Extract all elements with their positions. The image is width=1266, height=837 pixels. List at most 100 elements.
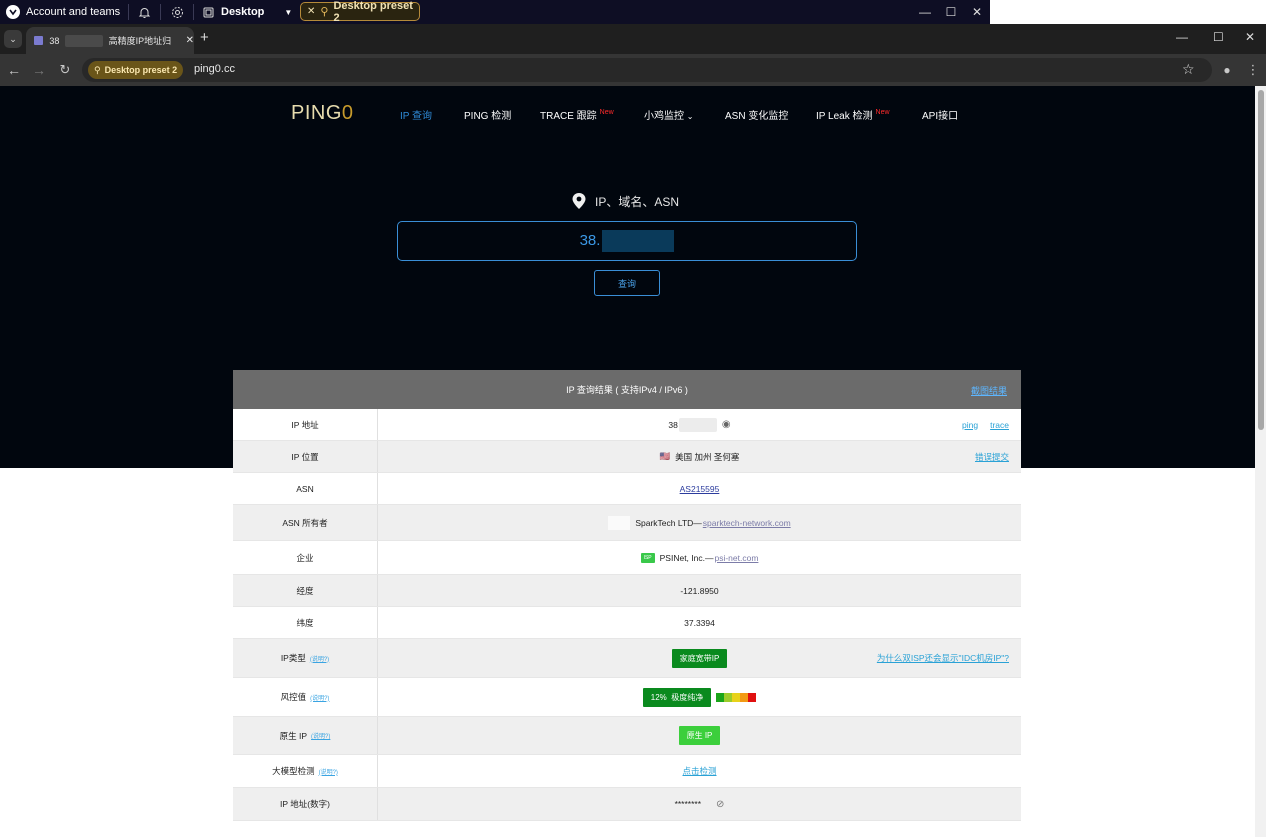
gear-icon[interactable] xyxy=(171,0,184,24)
row-label: 大模型检测 xyxy=(272,766,315,776)
row-label: ASN xyxy=(233,473,378,504)
tab-ping0[interactable]: 38 高精度IP地址归 ✕ xyxy=(26,27,194,54)
forward-icon[interactable]: → xyxy=(26,54,52,86)
maximize-icon[interactable]: ☐ xyxy=(1213,30,1224,44)
trace-link[interactable]: trace xyxy=(990,420,1009,430)
result-header: IP 查询结果 ( 支持IPv4 / IPv6 ) 截图结果 xyxy=(233,370,1021,409)
nav-ping[interactable]: PING 检测 xyxy=(464,107,511,122)
reload-icon[interactable]: ↻ xyxy=(52,54,78,86)
table-row: IP类型 (说明?) 家庭宽带IP 为什么双ISP还会显示"IDC机房IP"? xyxy=(233,639,1021,678)
ping-link[interactable]: ping xyxy=(962,420,978,430)
nav-api[interactable]: API接口 xyxy=(922,107,958,122)
bookmark-star-icon[interactable]: ☆ xyxy=(1182,61,1195,78)
row-label: 风控值 xyxy=(280,692,307,702)
asn-link[interactable]: AS215595 xyxy=(680,484,720,494)
tab-title-prefix: 38 xyxy=(49,35,60,46)
asn-owner-link[interactable]: sparktech-network.com xyxy=(703,518,791,528)
url-text[interactable]: ping0.cc xyxy=(194,63,235,75)
row-label: ASN 所有者 xyxy=(233,505,378,540)
table-row: ASN 所有者 SparkTech LTD— sparktech-network.… xyxy=(233,505,1021,541)
account-label: Account and teams xyxy=(26,6,121,18)
search-input[interactable]: 38. xyxy=(397,221,857,261)
table-row: 纬度 37.3394 xyxy=(233,607,1021,639)
new-tab-icon[interactable]: + xyxy=(200,29,209,46)
row-label: 原生 IP xyxy=(279,730,308,741)
dual-isp-link[interactable]: 为什么双ISP还会显示"IDC机房IP"? xyxy=(877,652,1009,664)
longitude-value: -121.8950 xyxy=(680,585,719,596)
logo-text: PING xyxy=(291,102,342,124)
table-row: ASN AS215595 xyxy=(233,473,1021,505)
profile-icon[interactable]: ● xyxy=(1214,54,1240,86)
pin-icon: ⚲ xyxy=(320,6,329,18)
latitude-value: 37.3394 xyxy=(684,617,715,628)
screenshot-link[interactable]: 截图结果 xyxy=(971,384,1007,397)
tab-title: 高精度IP地址归 xyxy=(108,36,172,46)
us-flag-icon: 🇺🇸 xyxy=(659,451,671,461)
url-preset-chip[interactable]: ⚲ Desktop preset 2 xyxy=(88,61,184,79)
close-icon[interactable]: ✕ xyxy=(307,6,315,17)
row-label: 经度 xyxy=(233,575,378,606)
help-link[interactable]: (说明?) xyxy=(311,731,330,740)
preset-label: Desktop preset 2 xyxy=(333,0,413,24)
divider xyxy=(193,4,194,20)
close-window-icon[interactable]: ✕ xyxy=(1245,30,1255,44)
table-row: 经度 -121.8950 xyxy=(233,575,1021,607)
org-value: PSINet, Inc.— xyxy=(659,552,714,563)
table-row: 原生 IP (说明?) 原生 IP xyxy=(233,717,1021,755)
tab-search-icon[interactable]: ⌄ xyxy=(4,30,22,48)
risk-badge: 12% 极度纯净 xyxy=(642,687,712,707)
tab-close-icon[interactable]: ✕ xyxy=(186,35,194,46)
desktop-icon xyxy=(203,7,214,17)
preset-chip[interactable]: ✕ ⚲ Desktop preset 2 xyxy=(300,0,420,24)
ip-type-badge: 家庭宽带IP xyxy=(671,648,728,668)
new-badge: New xyxy=(599,109,614,116)
nav-asn-monitor[interactable]: ASN 变化监控 xyxy=(725,107,788,122)
row-label: IP类型 xyxy=(280,653,306,663)
nav-trace[interactable]: TRACE 跟踪 New xyxy=(540,107,614,122)
bell-icon[interactable] xyxy=(138,0,151,24)
help-link[interactable]: (说明?) xyxy=(310,654,329,663)
redacted-block xyxy=(602,230,675,253)
table-row: 风控值 (说明?) 12% 极度纯净 xyxy=(233,678,1021,717)
help-link[interactable]: (说明?) xyxy=(319,767,338,776)
row-label: IP 位置 xyxy=(233,441,378,472)
risk-scale-bar xyxy=(716,692,757,702)
url-chip-label: Desktop preset 2 xyxy=(104,65,178,75)
location-pin-icon xyxy=(572,193,586,209)
help-link[interactable]: (说明?) xyxy=(310,693,329,702)
nav-ip-query[interactable]: IP 查询 xyxy=(400,107,432,122)
row-label: IP 地址(数字) xyxy=(233,788,378,820)
org-link[interactable]: psi-net.com xyxy=(714,553,758,563)
result-title: IP 查询结果 ( 支持IPv4 / IPv6 ) xyxy=(566,385,688,395)
divider xyxy=(160,4,161,20)
row-label: IP 地址 xyxy=(233,409,378,440)
table-row: 大模型检测 (说明?) 点击检测 xyxy=(233,755,1021,788)
row-label: 纬度 xyxy=(233,607,378,638)
workspace-selector[interactable]: Desktop ▼ xyxy=(202,0,292,24)
site-logo[interactable]: PING0 xyxy=(291,102,354,125)
page: PING0 IP 查询 PING 检测 TRACE 跟踪 New 小鸡监控 ⌄ A… xyxy=(0,86,1255,837)
omnibox[interactable]: ⚲ Desktop preset 2 ping0.cc ☆ xyxy=(82,58,1212,82)
table-row: 企业 ISP PSINet, Inc.— psi-net.com xyxy=(233,541,1021,575)
chevron-down-icon: ▼ xyxy=(284,7,293,17)
scrollbar-thumb[interactable] xyxy=(1258,90,1264,430)
table-row: IP 地址 38 ◉ ping trace xyxy=(233,409,1021,441)
menu-kebab-icon[interactable]: ⋮ xyxy=(1240,54,1266,86)
logo-zero: 0 xyxy=(341,102,354,124)
new-badge: New xyxy=(875,109,890,116)
workspace-label: Desktop xyxy=(221,6,265,18)
minimize-icon[interactable]: — xyxy=(1176,30,1188,44)
eye-icon[interactable]: ◉ xyxy=(722,419,731,430)
asn-owner-value: SparkTech LTD— xyxy=(635,517,702,528)
close-window-icon[interactable]: ✕ xyxy=(962,0,992,24)
report-error-link[interactable]: 错误提交 xyxy=(975,451,1009,463)
eye-off-icon[interactable]: ⊘ xyxy=(716,799,724,810)
nav-vps-monitor[interactable]: 小鸡监控 ⌄ xyxy=(644,107,693,122)
back-icon[interactable]: ← xyxy=(1,54,27,86)
account-menu[interactable]: Account and teams xyxy=(6,0,120,24)
chevron-down-icon: ⌄ xyxy=(686,112,694,121)
llm-check-link[interactable]: 点击检测 xyxy=(682,765,716,777)
nav-ip-leak[interactable]: IP Leak 检测 New xyxy=(816,107,890,122)
ip-value: 38 xyxy=(668,419,678,430)
query-button[interactable]: 查询 xyxy=(594,270,660,296)
